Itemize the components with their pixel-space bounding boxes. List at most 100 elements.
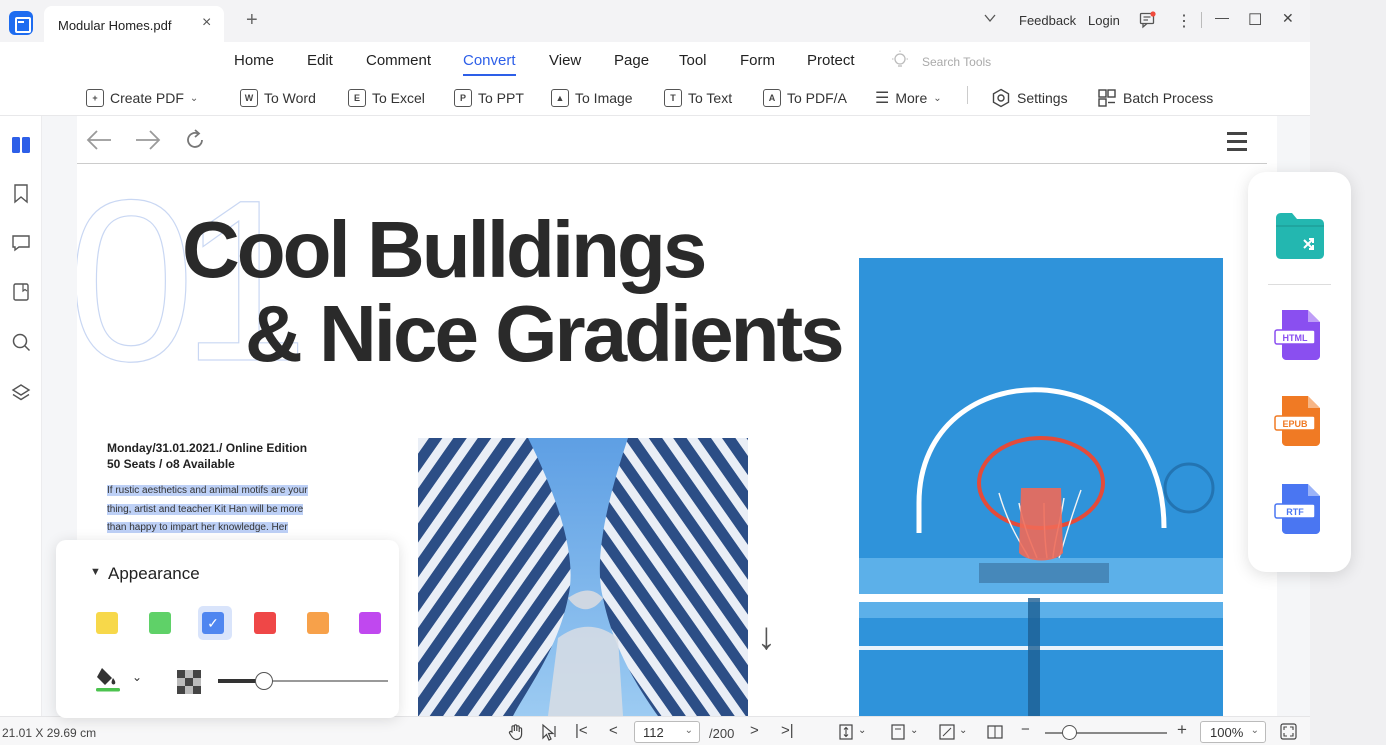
layers-icon[interactable] <box>6 378 36 408</box>
menu-convert[interactable]: Convert <box>463 52 516 69</box>
to-text-button[interactable]: T To Text <box>664 87 732 109</box>
body-line2: thing, artist and teacher Kit Han will b… <box>107 503 304 515</box>
tab-close-icon[interactable]: × <box>202 14 211 32</box>
color-swatch[interactable] <box>359 612 381 634</box>
menu-home[interactable]: Home <box>234 52 274 69</box>
login-link[interactable]: Login <box>1088 13 1120 28</box>
body-text-selected[interactable]: If rustic aesthetics and animal motifs a… <box>107 482 332 538</box>
chevron-down-icon[interactable] <box>984 12 996 24</box>
text-icon: T <box>664 89 682 107</box>
fill-color-icon[interactable] <box>94 664 124 694</box>
new-tab-icon[interactable]: + <box>246 9 258 32</box>
epub-format-icon[interactable]: EPUB <box>1274 394 1326 448</box>
toolbar-divider <box>967 86 968 104</box>
active-tab-indicator <box>463 74 516 76</box>
thumbnails-icon[interactable] <box>6 130 36 160</box>
fullscreen-icon[interactable] <box>1280 723 1297 740</box>
close-window-button[interactable]: ✕ <box>1282 10 1294 27</box>
menu-protect[interactable]: Protect <box>807 52 855 69</box>
create-pdf-button[interactable]: + Create PDF ⌄ <box>86 87 198 109</box>
convert-format-panel: HTML EPUB RTF <box>1248 172 1351 572</box>
attachment-icon[interactable] <box>6 277 36 307</box>
zoom-level-select[interactable]: 100% ⌄ <box>1200 721 1266 743</box>
reading-mode-icon[interactable] <box>987 724 1003 740</box>
zoom-out-icon[interactable]: − <box>1021 721 1030 738</box>
to-image-button[interactable]: ▲ To Image <box>551 87 633 109</box>
to-text-label: To Text <box>688 90 733 106</box>
feedback-link[interactable]: Feedback <box>1019 13 1076 28</box>
format-label: HTML <box>1283 333 1308 343</box>
zoom-fit-icon[interactable] <box>939 724 955 740</box>
create-pdf-icon: + <box>86 89 104 107</box>
settings-button[interactable]: Settings <box>991 87 1068 109</box>
shared-folder-icon[interactable] <box>1274 210 1326 264</box>
to-ppt-button[interactable]: P To PPT <box>454 87 524 109</box>
search-icon[interactable] <box>6 327 36 357</box>
first-page-icon[interactable]: |< <box>575 722 588 739</box>
color-swatch[interactable] <box>149 612 171 634</box>
format-label: RTF <box>1286 507 1304 517</box>
page-number-input[interactable]: 112 ⌄ <box>634 721 700 743</box>
chevron-down-icon[interactable]: ⌄ <box>858 725 866 736</box>
meta-line2: 50 Seats / o8 Available <box>107 457 235 471</box>
rtf-format-icon[interactable]: RTF <box>1274 482 1326 536</box>
to-image-label: To Image <box>575 90 633 106</box>
fill-color-chevron-icon[interactable]: ⌄ <box>132 670 142 684</box>
last-page-icon[interactable]: >| <box>781 722 794 739</box>
opacity-slider-thumb[interactable] <box>254 672 273 690</box>
bookmark-icon[interactable] <box>6 179 36 209</box>
menu-tool[interactable]: Tool <box>679 52 707 69</box>
previous-page-icon[interactable]: < <box>609 722 618 739</box>
maximize-button[interactable]: ☐ <box>1248 10 1262 30</box>
select-cursor-icon[interactable] <box>540 723 558 741</box>
to-excel-button[interactable]: E To Excel <box>348 87 425 109</box>
page-layout-icon[interactable] <box>890 724 906 740</box>
menu-form[interactable]: Form <box>740 52 775 69</box>
batch-process-icon <box>1098 89 1116 107</box>
batch-process-button[interactable]: Batch Process <box>1097 87 1213 109</box>
page-dimensions: 21.01 X 29.69 cm <box>2 726 97 740</box>
hand-tool-icon[interactable] <box>507 723 525 741</box>
collapse-triangle-icon[interactable]: ▼ <box>90 566 101 578</box>
document-tab[interactable]: Modular Homes.pdf × <box>44 6 224 42</box>
checkmark-icon: ✓ <box>207 615 219 631</box>
comment-icon[interactable] <box>6 228 36 258</box>
menu-bar: Home Edit Comment Convert View Page Tool… <box>0 42 1310 78</box>
notification-icon[interactable] <box>1139 11 1157 29</box>
refresh-icon <box>187 129 203 148</box>
more-options-icon[interactable]: ⋮ <box>1176 11 1192 31</box>
menu-comment[interactable]: Comment <box>366 52 431 69</box>
menu-edit[interactable]: Edit <box>307 52 333 69</box>
more-button[interactable]: ☰ More ⌄ <box>875 87 942 109</box>
menu-view[interactable]: View <box>549 52 581 69</box>
headline-line1: Cool Bulldings <box>182 205 707 294</box>
search-tools-input[interactable]: Search Tools <box>922 55 991 69</box>
zoom-in-icon[interactable]: + <box>1177 720 1187 740</box>
color-swatch[interactable] <box>307 612 329 634</box>
format-label: EPUB <box>1282 419 1308 429</box>
current-page: 112 <box>643 725 664 740</box>
to-pdfa-button[interactable]: A To PDF/A <box>763 87 847 109</box>
html-format-icon[interactable]: HTML <box>1274 308 1326 362</box>
settings-label: Settings <box>1017 90 1068 106</box>
zoom-slider-thumb[interactable] <box>1062 725 1078 740</box>
create-pdf-label: Create PDF <box>110 90 184 106</box>
minimize-button[interactable]: — <box>1215 9 1229 25</box>
next-page-icon[interactable]: > <box>750 722 759 739</box>
menu-page[interactable]: Page <box>614 52 649 69</box>
fit-height-icon[interactable] <box>838 724 854 740</box>
opacity-slider-track[interactable] <box>218 679 388 683</box>
zoom-value: 100% <box>1210 725 1244 740</box>
to-word-button[interactable]: W To Word <box>240 87 316 109</box>
chevron-down-icon[interactable]: ⌄ <box>959 725 967 736</box>
color-swatch[interactable] <box>96 612 118 634</box>
chevron-down-icon[interactable]: ⌄ <box>910 725 918 736</box>
word-icon: W <box>240 89 258 107</box>
opacity-checker-icon <box>177 670 201 694</box>
back-arrow-icon <box>86 130 111 150</box>
appearance-panel: ▼ Appearance ✓ ⌄ <box>56 540 399 718</box>
body-line1: If rustic aesthetics and animal motifs a… <box>107 485 308 496</box>
color-swatch[interactable] <box>254 612 276 634</box>
selected-color-swatch[interactable]: ✓ <box>202 612 224 634</box>
panel-divider <box>1268 284 1331 285</box>
